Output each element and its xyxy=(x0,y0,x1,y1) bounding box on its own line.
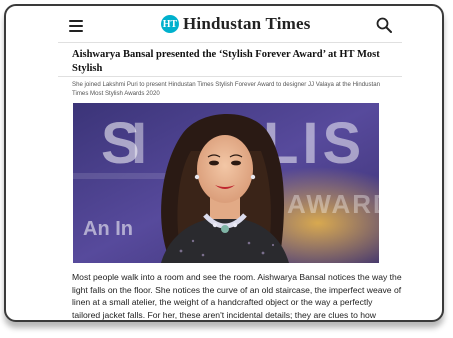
menu-icon[interactable] xyxy=(69,20,83,32)
svg-text:I: I xyxy=(131,111,147,176)
hero-photo: S I LIS AWARD An In xyxy=(73,103,379,263)
site-logo[interactable]: HT Hindustan Times xyxy=(161,13,311,35)
article-headline: Aishwarya Bansal presented the ‘Stylish … xyxy=(72,49,380,74)
article-body: Most people walk into a room and see the… xyxy=(72,272,402,320)
headline-divider xyxy=(58,76,402,77)
phone-frame: HT Hindustan Times Aishwarya Bansal pres… xyxy=(4,4,444,322)
svg-text:An In: An In xyxy=(83,218,133,240)
header-divider xyxy=(58,42,402,43)
article-subhead: She joined Lakshmi Puri to present Hindu… xyxy=(72,81,381,97)
article-hero-image: S I LIS AWARD An In xyxy=(73,103,379,263)
brand-name: Hindustan Times xyxy=(183,14,311,33)
svg-text:AWARD: AWARD xyxy=(287,189,379,219)
search-icon[interactable] xyxy=(376,17,392,33)
brand-badge-icon: HT xyxy=(161,15,179,33)
